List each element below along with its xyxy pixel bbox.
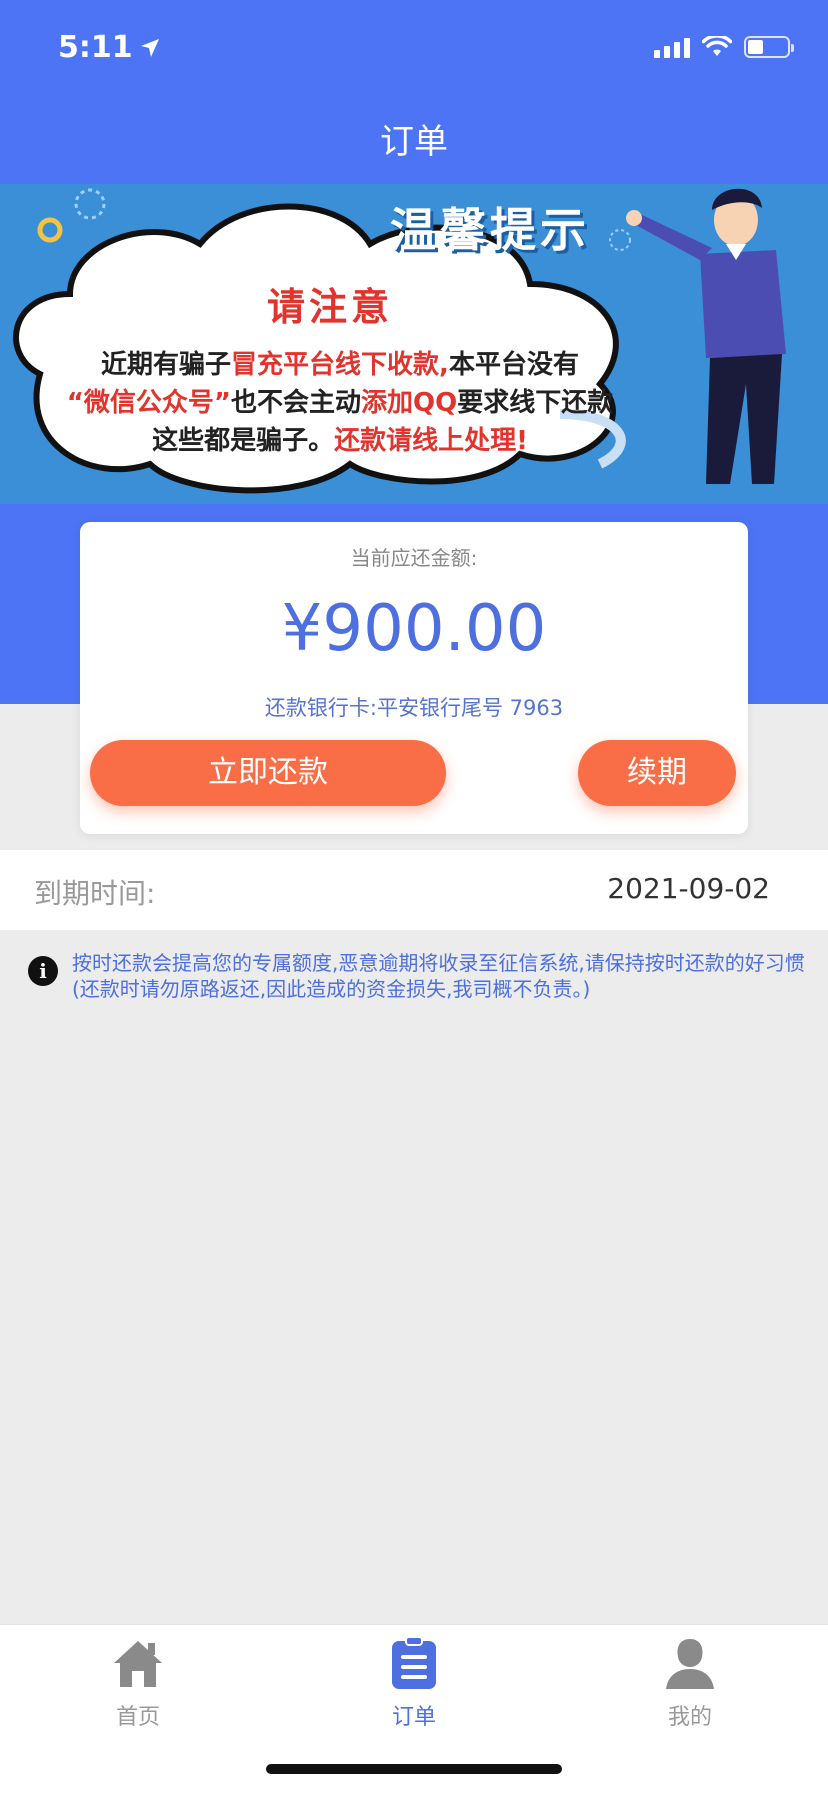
person-illustration	[626, 188, 786, 484]
status-time: 5:11	[58, 30, 161, 65]
banner-heading: 温馨提示	[390, 203, 590, 257]
notice-line-1: 近期有骗子冒充平台线下收款,本平台没有	[101, 350, 579, 380]
due-date-row: 到期时间: 2021-09-02	[0, 850, 828, 930]
status-bar: 5:11	[0, 0, 828, 100]
status-icons	[654, 36, 794, 58]
page-title: 订单	[380, 122, 448, 162]
tip-text: 按时还款会提高您的专属额度,恶意逾期将收录至征信系统,请保持按时还款的好习惯 (…	[72, 951, 805, 1001]
renew-button[interactable]: 续期	[578, 740, 736, 806]
repayment-card: 当前应还金额: ¥900.00 还款银行卡:平安银行尾号 7963 立即还款 续…	[80, 522, 748, 834]
tab-mine[interactable]: 我的	[620, 1635, 760, 1731]
tab-order[interactable]: 订单	[344, 1635, 484, 1731]
notice-title: 请注意	[266, 285, 393, 329]
home-indicator	[266, 1764, 562, 1774]
tab-home[interactable]: 首页	[68, 1635, 208, 1731]
info-icon: i	[28, 956, 58, 986]
cellular-signal-icon	[654, 36, 690, 58]
amount-value: ¥900.00	[281, 592, 547, 666]
nav-header: 订单	[0, 100, 828, 184]
wifi-icon	[702, 36, 732, 56]
notice-line-2: “微信公众号”也不会主动添加QQ要求线下还款	[66, 388, 614, 418]
amount-label: 当前应还金额:	[350, 546, 478, 570]
bank-card-info: 还款银行卡:平安银行尾号 7963	[264, 696, 564, 720]
due-date-value: 2021-09-02	[607, 872, 770, 905]
location-arrow-icon	[140, 38, 159, 57]
due-date-label: 到期时间:	[34, 877, 156, 910]
home-icon	[114, 1641, 162, 1687]
warning-banner: 温馨提示 请注意 近期有骗子冒充平台线下收款,本平台没有 “微信公众号”也不会主…	[0, 184, 828, 504]
tab-order-label: 订单	[391, 1705, 436, 1730]
tab-home-label: 首页	[115, 1705, 160, 1730]
battery-icon	[744, 36, 794, 58]
user-icon	[666, 1639, 714, 1689]
status-time-text: 5:11	[58, 30, 133, 65]
clipboard-icon	[392, 1636, 436, 1689]
repay-now-button[interactable]: 立即还款	[90, 740, 446, 806]
tab-mine-label: 我的	[667, 1705, 712, 1730]
notice-line-3: 这些都是骗子。还款请线上处理!	[152, 426, 528, 456]
